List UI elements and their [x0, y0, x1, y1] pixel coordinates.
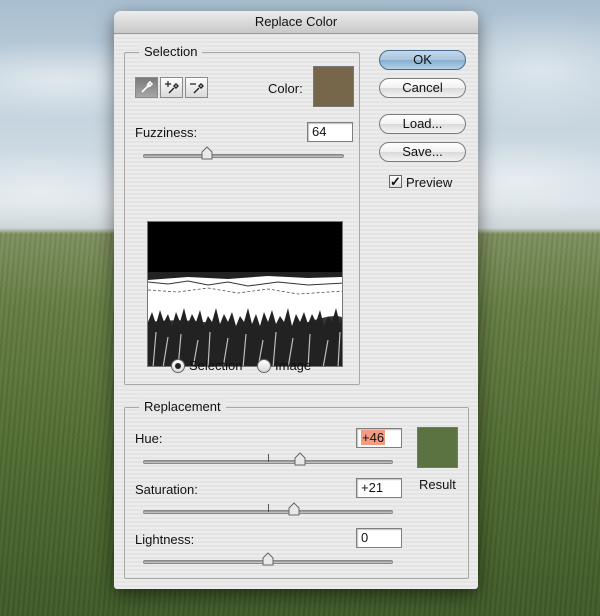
selection-mask-thumbnail — [148, 222, 342, 366]
eyedropper-plus-icon — [165, 81, 179, 94]
replacement-group-title: Replacement — [139, 399, 226, 414]
hue-value: +46 — [361, 430, 386, 445]
fuzziness-label: Fuzziness: — [135, 125, 198, 140]
selection-group-title: Selection — [139, 44, 203, 59]
lightness-label: Lightness: — [135, 532, 195, 547]
fuzziness-slider-track[interactable] — [143, 154, 344, 158]
result-color-swatch[interactable] — [417, 427, 458, 468]
saturation-label: Saturation: — [135, 482, 198, 497]
preview-checkbox[interactable]: ✓ — [389, 175, 402, 188]
dialog-title: Replace Color — [114, 11, 478, 34]
subtract-from-sample-tool[interactable] — [185, 77, 208, 98]
selection-group: Selection Color: Fuzziness: 64 Selection… — [124, 44, 360, 385]
lightness-input[interactable]: 0 — [356, 528, 402, 548]
selection-radio-label: Selection — [189, 358, 243, 373]
saturation-slider-center-tick — [268, 504, 269, 512]
eyedropper-icon — [141, 80, 154, 93]
replace-color-dialog: Replace Color Selection Color: Fuzziness… — [114, 11, 478, 589]
save-button[interactable]: Save... — [379, 142, 466, 162]
selection-color-swatch[interactable] — [313, 66, 354, 107]
saturation-input[interactable]: +21 — [356, 478, 402, 498]
image-radio[interactable] — [257, 359, 271, 373]
hue-slider-center-tick — [268, 454, 269, 462]
saturation-slider-thumb[interactable] — [287, 502, 301, 516]
saturation-value: +21 — [361, 480, 384, 495]
selection-preview-image — [147, 221, 343, 367]
result-label: Result — [419, 477, 456, 492]
fuzziness-value: 64 — [312, 124, 327, 139]
eyedropper-minus-icon — [190, 83, 204, 94]
cancel-button[interactable]: Cancel — [379, 78, 466, 98]
selection-radio[interactable] — [171, 359, 185, 373]
image-radio-label: Image — [275, 358, 312, 373]
lightness-value: 0 — [361, 530, 369, 545]
hue-label: Hue: — [135, 431, 163, 446]
fuzziness-input[interactable]: 64 — [307, 122, 353, 142]
fuzziness-slider-thumb[interactable] — [200, 146, 214, 160]
load-button[interactable]: Load... — [379, 114, 466, 134]
preview-label: Preview — [406, 175, 453, 190]
replacement-group: Replacement Hue: +46 Saturation: +21 Lig… — [124, 399, 469, 579]
color-label: Color: — [268, 81, 303, 96]
add-to-sample-tool[interactable] — [160, 77, 183, 98]
eyedropper-tool[interactable] — [135, 77, 158, 98]
ok-button[interactable]: OK — [379, 50, 466, 70]
hue-input[interactable]: +46 — [356, 428, 402, 448]
hue-slider-thumb[interactable] — [293, 452, 307, 466]
lightness-slider-thumb[interactable] — [261, 552, 275, 566]
